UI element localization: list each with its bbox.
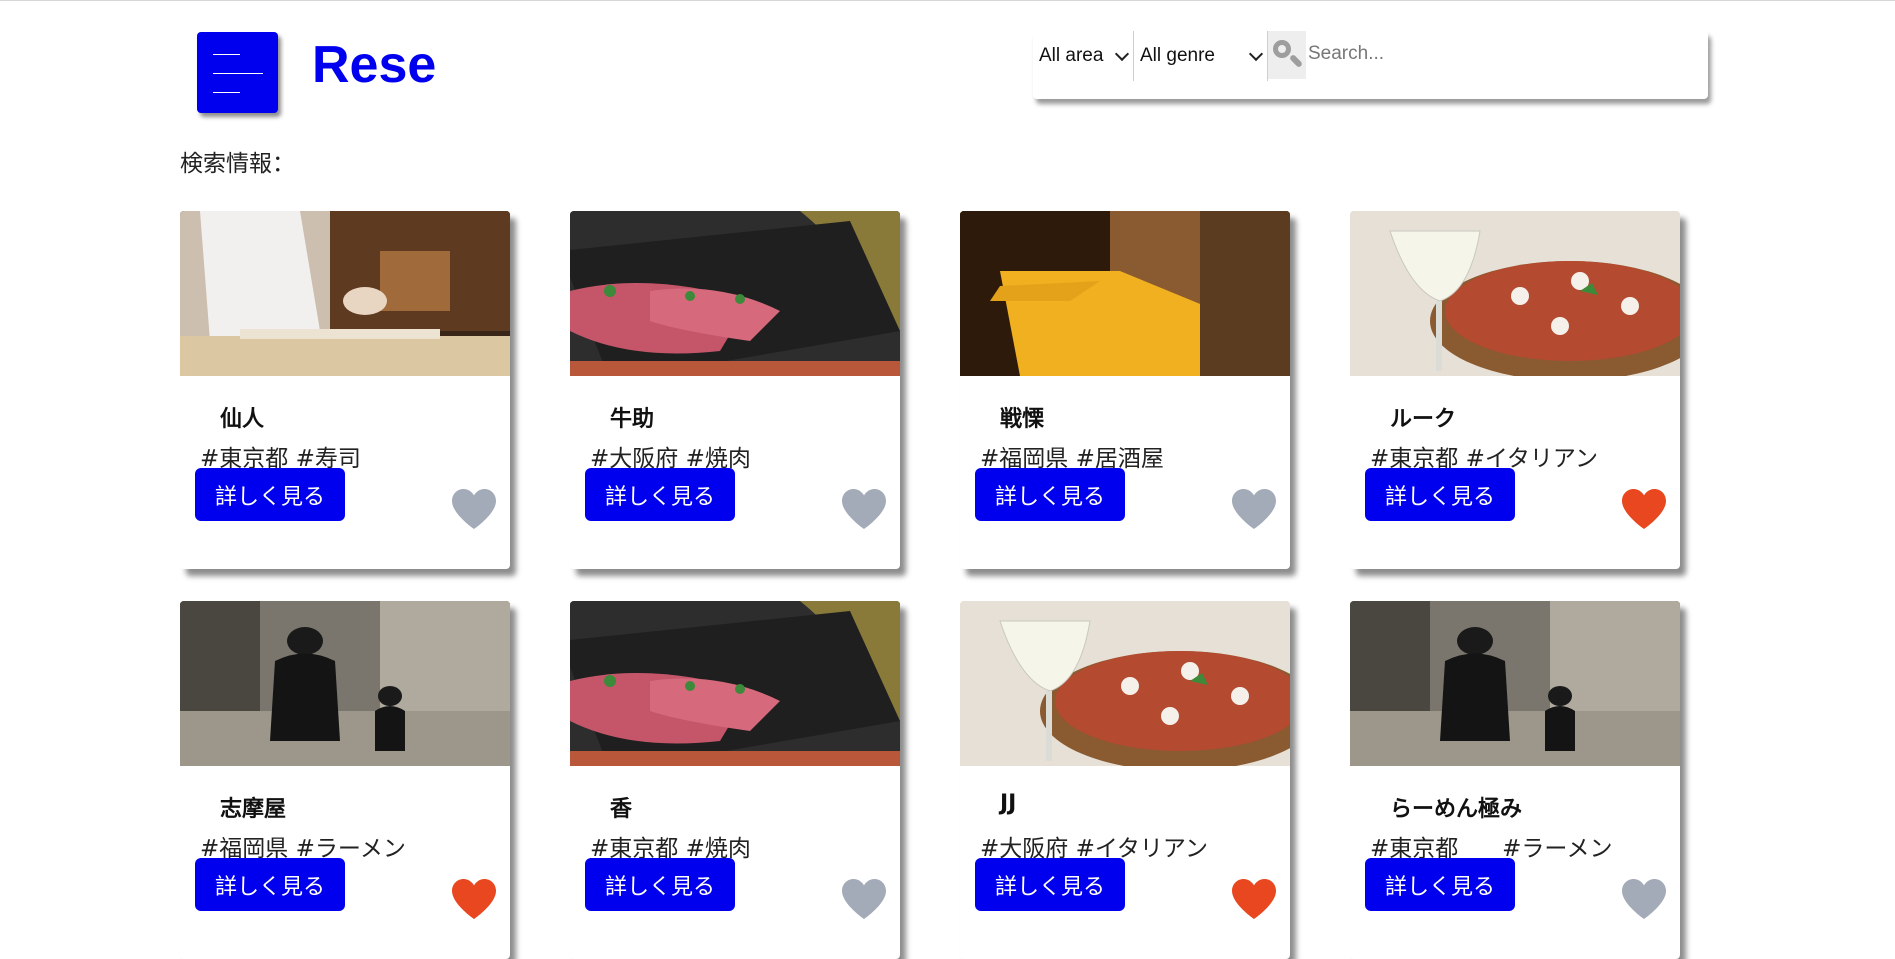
area-select-value: All area (1039, 45, 1104, 66)
search-info-label: 検索情報： (180, 151, 295, 177)
menu-line-icon (213, 92, 240, 93)
heart-icon[interactable] (450, 486, 498, 532)
shop-name: 香 (610, 797, 633, 822)
search-input[interactable] (1306, 31, 1698, 77)
search-bar: All area All genre (1033, 31, 1708, 99)
shop-card: 戦慄 #福岡県 #居酒屋 詳しく見る (960, 211, 1290, 569)
detail-button[interactable]: 詳しく見る (975, 468, 1125, 521)
search-icon (1268, 31, 1306, 79)
detail-button[interactable]: 詳しく見る (195, 468, 345, 521)
shop-photo (960, 601, 1290, 766)
area-select[interactable]: All area (1033, 31, 1134, 81)
shop-name: ルーク (1390, 407, 1457, 432)
shop-card: 志摩屋 #福岡県 #ラーメン 詳しく見る (180, 601, 510, 959)
menu-line-icon (213, 54, 240, 55)
detail-button[interactable]: 詳しく見る (195, 858, 345, 911)
menu-line-icon (213, 73, 263, 74)
shop-card: 牛助 #大阪府 #焼肉 詳しく見る (570, 211, 900, 569)
shop-name: 牛助 (610, 407, 655, 432)
detail-button[interactable]: 詳しく見る (585, 468, 735, 521)
shop-card: JJ #大阪府 #イタリアン 詳しく見る (960, 601, 1290, 959)
genre-select[interactable]: All genre (1134, 31, 1268, 81)
shop-photo (570, 211, 900, 376)
shop-photo (570, 601, 900, 766)
heart-icon[interactable] (1620, 876, 1668, 922)
shop-photo (180, 601, 510, 766)
heart-icon[interactable] (1230, 876, 1278, 922)
chevron-down-icon (1114, 46, 1130, 62)
menu-button[interactable] (197, 32, 278, 113)
heart-icon[interactable] (840, 876, 888, 922)
shop-photo (1350, 211, 1680, 376)
heart-icon[interactable] (840, 486, 888, 532)
shop-photo (1350, 601, 1680, 766)
detail-button[interactable]: 詳しく見る (585, 858, 735, 911)
detail-button[interactable]: 詳しく見る (975, 858, 1125, 911)
shop-photo (960, 211, 1290, 376)
shop-name: らーめん極み (1390, 797, 1523, 822)
shop-name: 仙人 (220, 407, 265, 432)
detail-button[interactable]: 詳しく見る (1365, 468, 1515, 521)
shop-card: ルーク #東京都 #イタリアン 詳しく見る (1350, 211, 1680, 569)
heart-icon[interactable] (1620, 486, 1668, 532)
shop-card: 香 #東京都 #焼肉 詳しく見る (570, 601, 900, 959)
shop-name: 志摩屋 (220, 797, 287, 822)
logo: Rese (312, 36, 437, 94)
shop-name: 戦慄 (1000, 407, 1045, 432)
shop-card: 仙人 #東京都 #寿司 詳しく見る (180, 211, 510, 569)
chevron-down-icon (1248, 46, 1264, 62)
detail-button[interactable]: 詳しく見る (1365, 858, 1515, 911)
shop-card: らーめん極み #東京都 #ラーメン 詳しく見る (1350, 601, 1680, 959)
heart-icon[interactable] (450, 876, 498, 922)
genre-select-value: All genre (1140, 45, 1215, 66)
heart-icon[interactable] (1230, 486, 1278, 532)
shop-photo (180, 211, 510, 376)
shop-name: JJ (1000, 791, 1017, 816)
